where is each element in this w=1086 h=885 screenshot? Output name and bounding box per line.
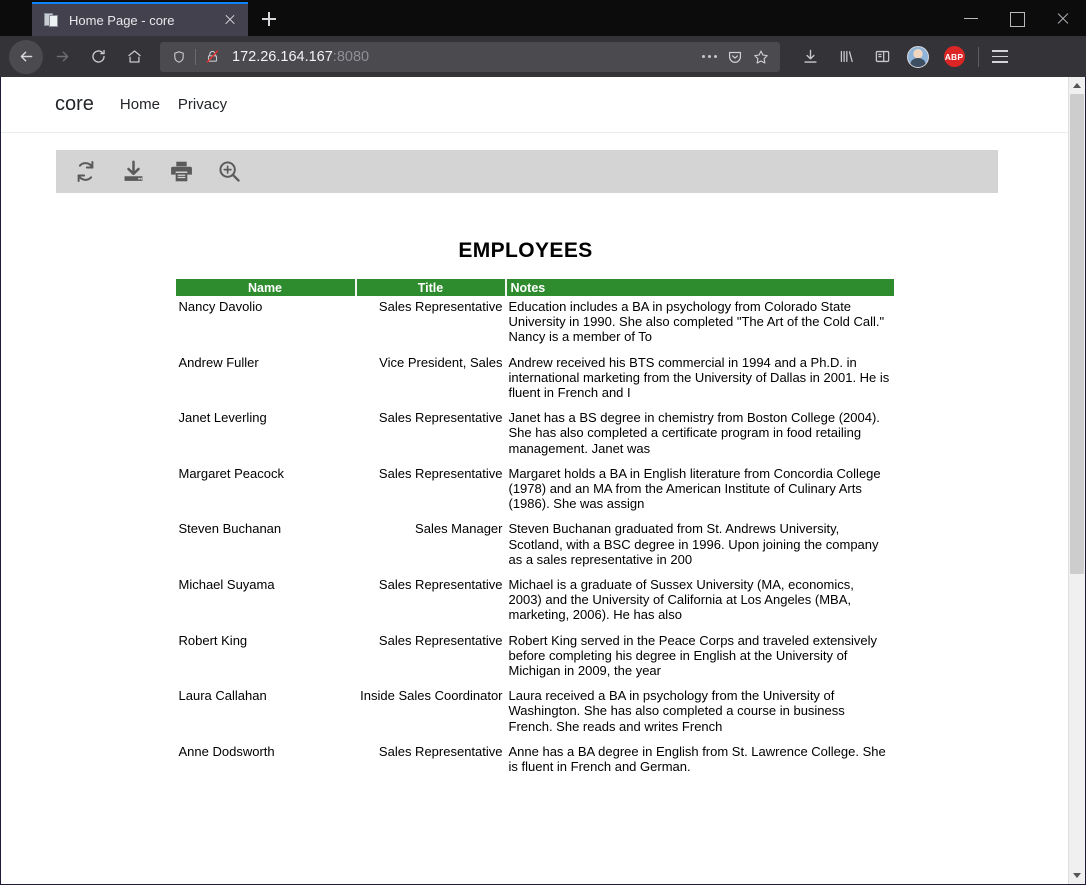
table-row: Margaret Peacock Sales Representative Ma…	[176, 463, 894, 519]
cell-title: Sales Representative	[378, 632, 503, 648]
report-title: EMPLOYEES	[458, 239, 593, 262]
column-header-name: Name	[175, 279, 357, 296]
cell-notes: Robert King served in the Peace Corps an…	[508, 632, 878, 679]
account-avatar[interactable]	[901, 40, 935, 74]
url-text[interactable]: 172.26.164.167:8080	[225, 49, 696, 65]
url-host: 172.26.164.167	[232, 48, 333, 65]
table-body: Nancy Davolio Sales Representative Educa…	[176, 296, 894, 781]
table-row: Andrew Fuller Vice President, Sales Andr…	[176, 352, 894, 408]
minimize-icon[interactable]	[948, 0, 994, 36]
cell-notes: Laura received a BA in psychology from t…	[508, 688, 845, 734]
back-arrow-icon[interactable]	[9, 39, 43, 74]
magnifier-plus-icon[interactable]	[210, 153, 248, 191]
vertical-scrollbar[interactable]	[1068, 77, 1085, 884]
navigation-toolbar: 172.26.164.167:8080 ABP	[0, 36, 1086, 77]
cell-notes: Andrew received his BTS commercial in 19…	[508, 354, 890, 401]
cell-name: Robert King	[178, 632, 248, 648]
cell-title: Sales Manager	[415, 521, 503, 537]
content-viewport: core Home Privacy EMPLOYEES Name Title N…	[0, 77, 1086, 885]
url-port: :8080	[332, 48, 370, 65]
site-header: core Home Privacy	[1, 77, 1068, 133]
table-row: Janet Leverling Sales Representative Jan…	[176, 407, 894, 463]
cell-notes: Margaret holds a BA in English literatur…	[508, 465, 881, 512]
cell-name: Laura Callahan	[178, 688, 267, 704]
cell-notes: Education includes a BA in psychology fr…	[508, 299, 885, 345]
cell-notes: Janet has a BS degree in chemistry from …	[508, 410, 880, 456]
nav-link-privacy[interactable]: Privacy	[178, 96, 227, 113]
table-header-row: Name Title Notes	[175, 279, 894, 296]
table-row: Robert King Sales Representative Robert …	[176, 630, 894, 686]
close-window-icon[interactable]	[1040, 0, 1086, 36]
reload-icon[interactable]	[81, 40, 115, 74]
cell-notes: Anne has a BA degree in English from St.…	[508, 743, 886, 775]
report-toolbar	[56, 150, 998, 193]
column-header-title: Title	[355, 279, 507, 296]
page-icon	[44, 12, 60, 28]
web-page: core Home Privacy EMPLOYEES Name Title N…	[1, 77, 1068, 884]
cell-title: Sales Representative	[378, 299, 503, 314]
maximize-icon[interactable]	[994, 0, 1040, 36]
table-header: Name Title Notes	[175, 279, 894, 296]
hamburger-menu-icon[interactable]	[985, 42, 1015, 72]
table-row: Steven Buchanan Sales Manager Steven Buc…	[176, 518, 894, 574]
browser-window: Home Page - core 172.26.164.167:8080 ABP…	[0, 0, 1086, 885]
title-bar: Home Page - core	[0, 0, 1086, 36]
cell-title: Sales Representative	[378, 743, 503, 759]
cell-title: Sales Representative	[378, 410, 503, 426]
brand-logo[interactable]: core	[55, 93, 94, 116]
new-tab-button[interactable]	[254, 4, 284, 34]
forward-arrow-icon[interactable]	[45, 40, 79, 74]
download-export-icon[interactable]	[114, 153, 152, 191]
print-icon[interactable]	[162, 153, 200, 191]
table-row: Nancy Davolio Sales Representative Educa…	[176, 296, 894, 352]
cell-title: Inside Sales Coordinator	[360, 688, 503, 704]
cell-notes: Michael is a graduate of Sussex Universi…	[508, 577, 854, 623]
library-icon[interactable]	[829, 40, 863, 74]
adblock-badge-label: ABP	[943, 46, 965, 67]
report-area: EMPLOYEES Name Title Notes Nancy Davolio…	[1, 150, 1068, 781]
downloads-icon[interactable]	[793, 40, 827, 74]
toolbar-divider	[978, 46, 979, 67]
cell-name: Margaret Peacock	[178, 465, 285, 481]
scroll-up-arrow-icon[interactable]	[1069, 77, 1085, 94]
page-actions-more-icon[interactable]	[696, 44, 722, 70]
column-header-notes: Notes	[505, 279, 894, 296]
cell-name: Andrew Fuller	[178, 354, 259, 370]
sidebar-icon[interactable]	[865, 40, 899, 74]
url-divider	[195, 48, 196, 65]
cell-title: Sales Representative	[378, 577, 503, 593]
cell-title: Vice President, Sales	[379, 354, 503, 370]
table-row: Anne Dodsworth Sales Representative Anne…	[176, 741, 894, 781]
url-bar[interactable]: 172.26.164.167:8080	[160, 41, 780, 72]
window-controls	[948, 0, 1086, 36]
table-row: Michael Suyama Sales Representative Mich…	[176, 574, 894, 630]
adblock-plus-icon[interactable]: ABP	[937, 40, 971, 74]
browser-actions: ABP	[792, 40, 1015, 74]
cell-name: Janet Leverling	[178, 410, 267, 426]
shield-icon[interactable]	[166, 44, 192, 70]
close-icon[interactable]	[220, 10, 240, 30]
employees-table: Name Title Notes Nancy Davolio Sales Rep…	[175, 279, 894, 781]
refresh-icon[interactable]	[66, 153, 104, 191]
save-to-pocket-icon[interactable]	[722, 44, 748, 70]
cell-title: Sales Representative	[378, 465, 503, 481]
table-row: Laura Callahan Inside Sales Coordinator …	[176, 685, 894, 741]
home-icon[interactable]	[117, 40, 151, 74]
tab-title: Home Page - core	[69, 12, 175, 28]
scrollbar-track[interactable]	[1069, 94, 1085, 867]
cell-name: Michael Suyama	[178, 577, 275, 593]
cell-name: Nancy Davolio	[178, 299, 263, 314]
scroll-down-arrow-icon[interactable]	[1069, 867, 1085, 884]
scrollbar-thumb[interactable]	[1070, 94, 1084, 574]
report-body: EMPLOYEES Name Title Notes Nancy Davolio…	[1, 193, 1068, 781]
nav-link-home[interactable]: Home	[120, 96, 160, 113]
browser-tab[interactable]: Home Page - core	[32, 2, 248, 36]
report-table-wrap: Name Title Notes Nancy Davolio Sales Rep…	[175, 279, 894, 781]
bookmark-star-icon[interactable]	[748, 44, 774, 70]
cell-name: Steven Buchanan	[178, 521, 282, 537]
cell-notes: Steven Buchanan graduated from St. Andre…	[508, 521, 879, 567]
cell-name: Anne Dodsworth	[178, 743, 275, 759]
lock-crossed-icon[interactable]	[199, 44, 225, 70]
